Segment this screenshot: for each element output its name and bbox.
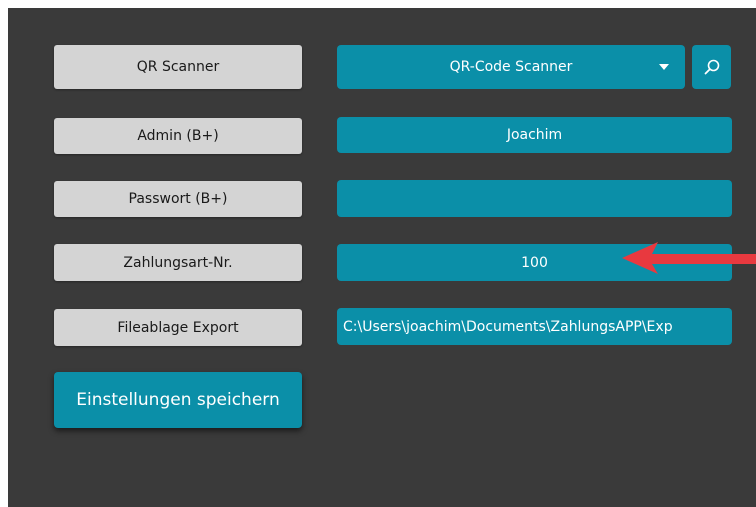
qr-scanner-select[interactable]: QR-Code Scanner <box>337 45 685 89</box>
admin-label: Admin (B+) <box>54 118 302 154</box>
qr-scanner-label: QR Scanner <box>54 45 302 89</box>
admin-input[interactable]: Joachim <box>337 117 732 153</box>
file-export-label: Fileablage Export <box>54 309 302 346</box>
password-label: Passwort (B+) <box>54 181 302 217</box>
search-button[interactable] <box>692 45 731 89</box>
file-export-label-text: Fileablage Export <box>117 319 239 336</box>
file-export-input[interactable]: C:\Users\joachim\Documents\ZahlungsAPP\E… <box>337 308 732 345</box>
arrow-left-icon <box>622 242 756 274</box>
admin-input-value: Joachim <box>506 127 563 143</box>
save-settings-button-label: Einstellungen speichern <box>76 390 280 410</box>
search-icon <box>704 59 719 75</box>
file-export-input-value: C:\Users\joachim\Documents\ZahlungsAPP\E… <box>343 318 673 335</box>
qr-scanner-select-value: QR-Code Scanner <box>449 59 573 75</box>
chevron-down-icon[interactable] <box>659 64 669 70</box>
payment-type-label: Zahlungsart-Nr. <box>54 244 302 281</box>
payment-type-input-value: 100 <box>521 254 548 271</box>
payment-type-label-text: Zahlungsart-Nr. <box>123 254 233 271</box>
password-input[interactable] <box>337 180 732 217</box>
save-settings-button[interactable]: Einstellungen speichern <box>54 372 302 428</box>
password-label-text: Passwort (B+) <box>128 191 228 207</box>
qr-scanner-label-text: QR Scanner <box>136 59 220 75</box>
admin-label-text: Admin (B+) <box>137 128 219 144</box>
